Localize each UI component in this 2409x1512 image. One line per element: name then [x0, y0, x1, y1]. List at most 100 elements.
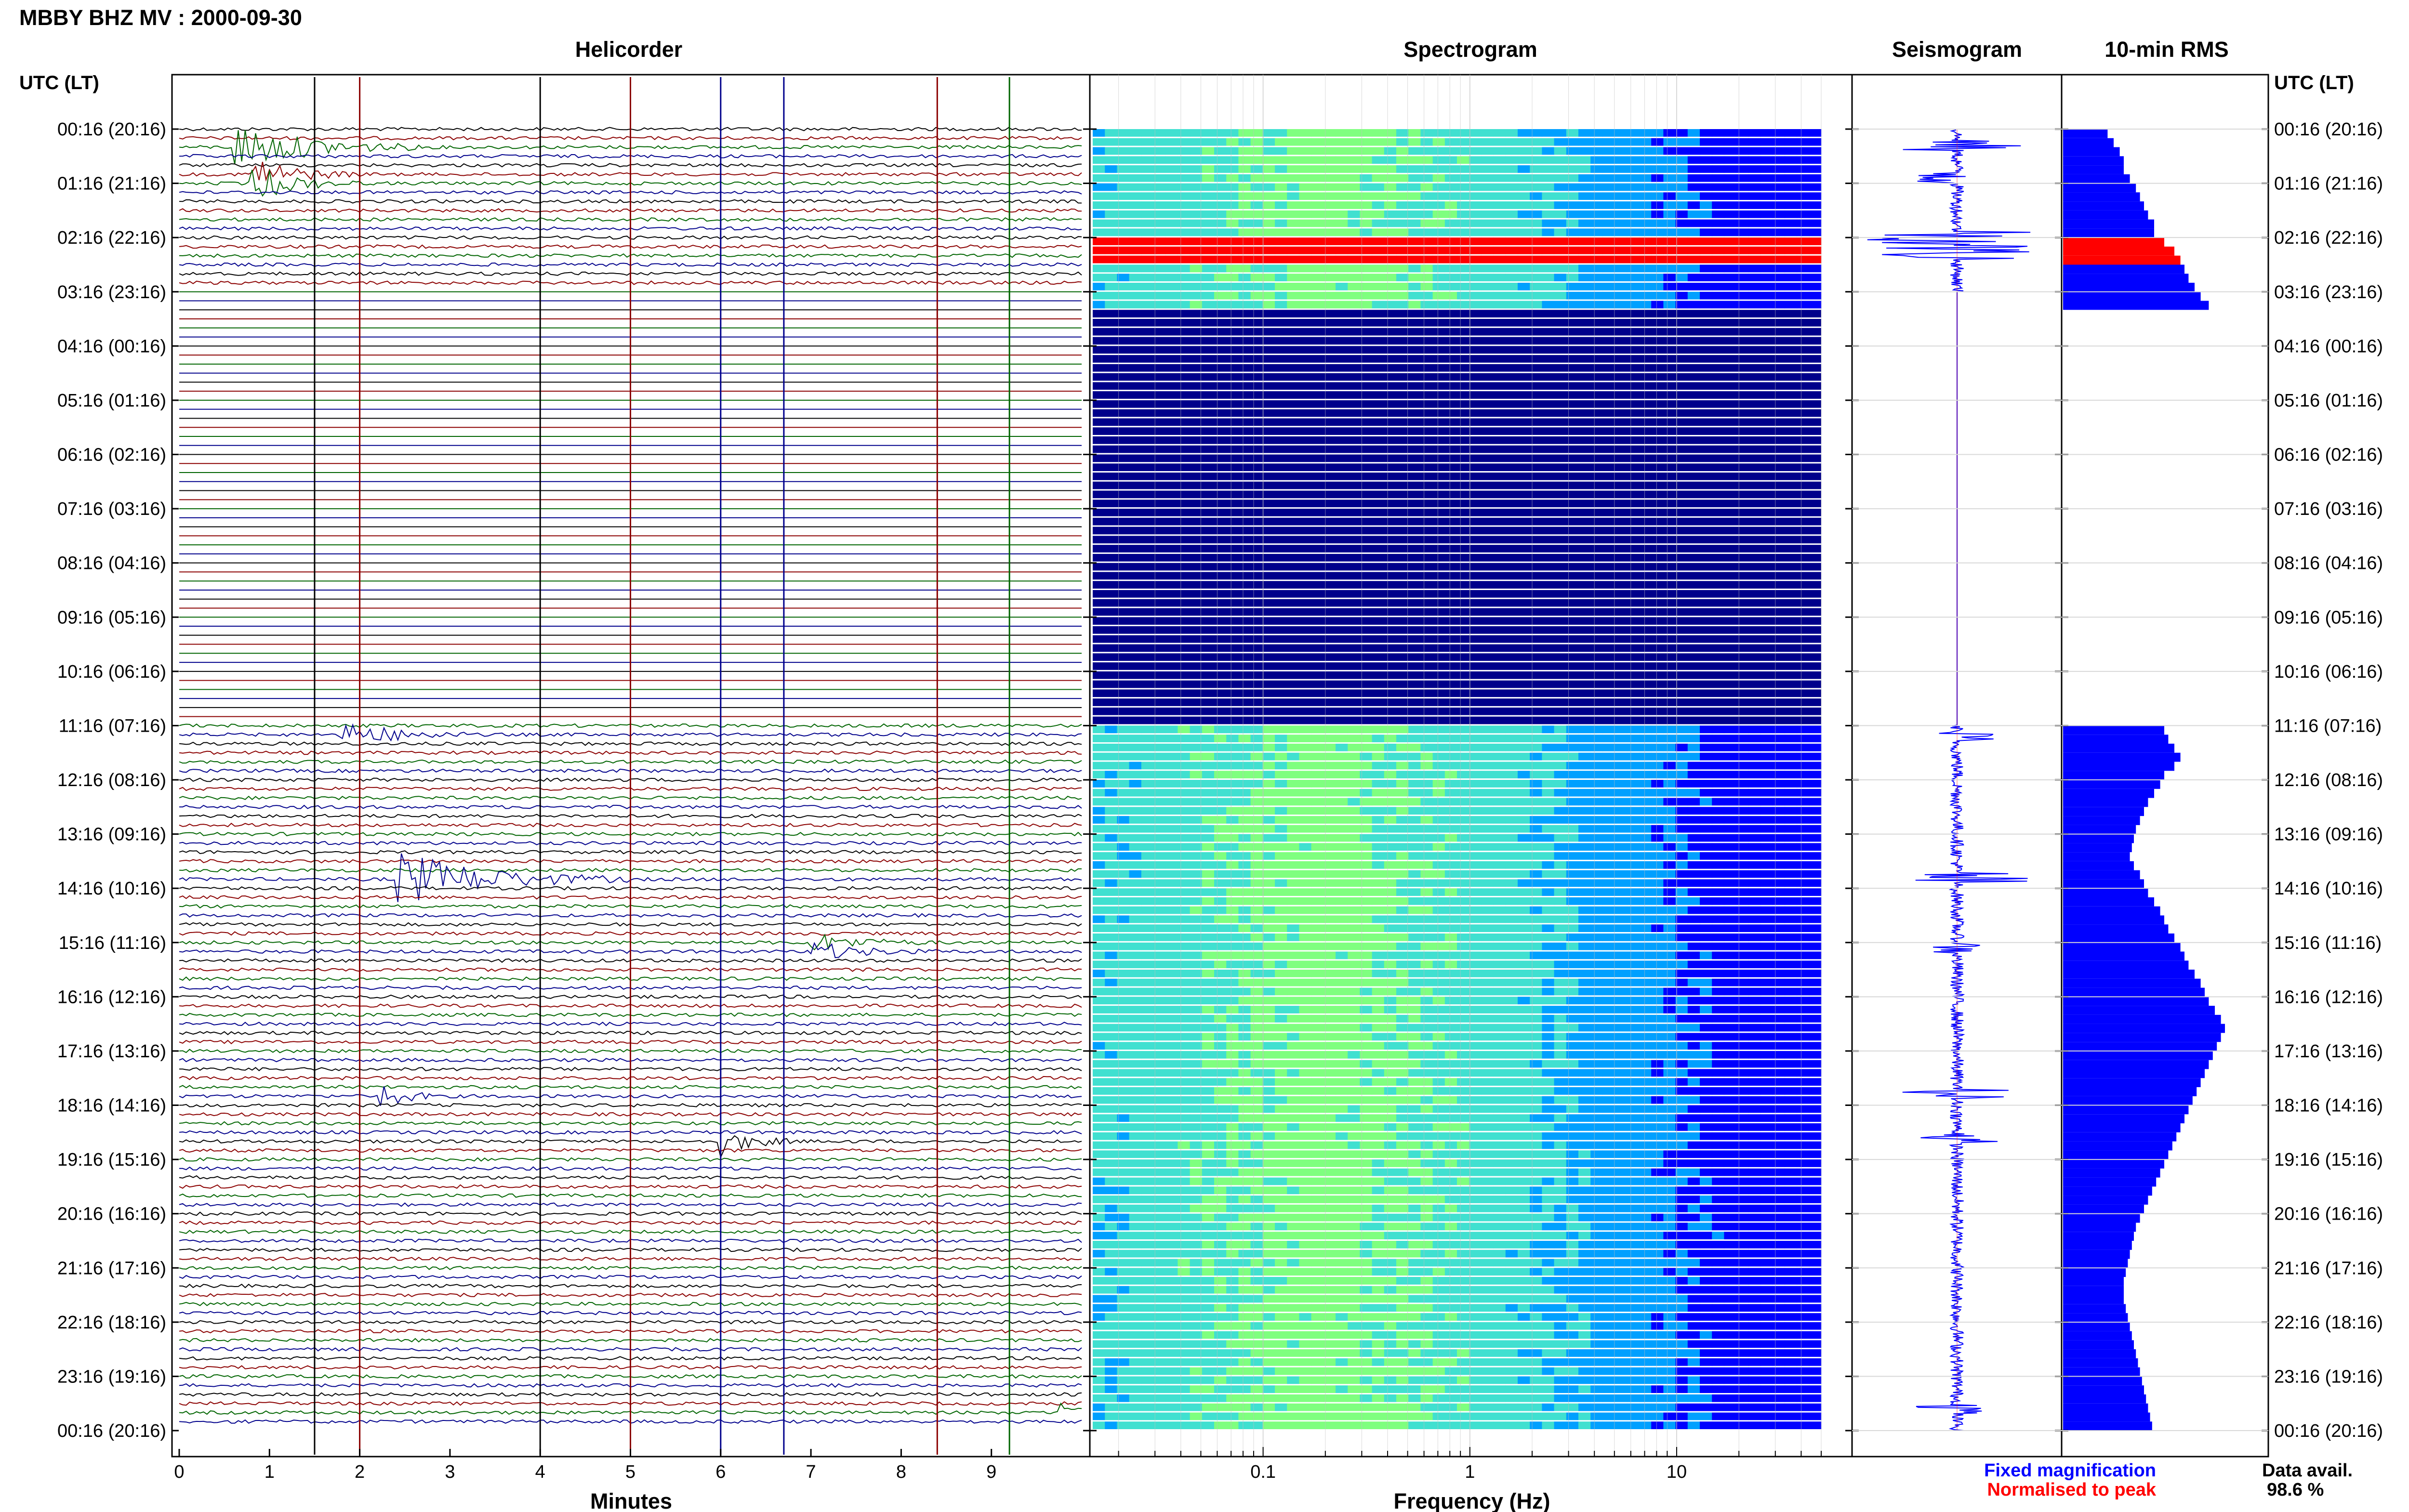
spectrogram-cell — [1432, 1232, 1445, 1239]
spectrogram-cell — [1287, 138, 1299, 146]
spectrogram-cell — [1275, 816, 1287, 824]
spectrogram-cell — [1724, 924, 1737, 932]
spectrogram-cell — [1712, 1241, 1724, 1249]
spectrogram-cell — [1190, 1150, 1203, 1158]
spectrogram-cell — [1190, 888, 1203, 896]
spectrogram-cell — [1178, 897, 1191, 905]
spectrogram-cell — [1590, 1168, 1603, 1176]
spectrogram-cell — [1675, 752, 1688, 761]
spectrogram-cell — [1178, 1186, 1191, 1195]
spectrogram-cell — [1117, 228, 1130, 237]
spectrogram-cell — [1639, 1087, 1652, 1095]
spectrogram-cell — [1590, 183, 1603, 191]
spectrogram-cell — [1566, 861, 1579, 869]
spectrogram-cell — [1712, 780, 1724, 788]
spectrogram-cell — [1141, 1042, 1154, 1050]
spectrogram-cell — [1602, 1204, 1615, 1212]
spectrogram-cell — [1505, 138, 1518, 146]
spectrogram-cell — [1129, 951, 1142, 960]
spectrogram-cell — [1578, 743, 1591, 751]
spectrogram-cell — [1760, 1087, 1773, 1095]
spectrogram-cell — [1687, 825, 1700, 833]
spectrogram-cell — [1348, 174, 1360, 182]
spectrogram-cell — [1627, 1078, 1640, 1086]
spectrogram-cell — [1566, 870, 1579, 878]
spectrogram-cell — [1687, 1141, 1700, 1149]
spectrogram-cell — [1384, 861, 1397, 869]
spectrogram-cell — [1627, 147, 1640, 155]
spectrogram-cell — [1687, 915, 1700, 923]
spectrogram-cell — [1773, 1114, 1785, 1122]
spectrogram-cell — [1250, 951, 1263, 960]
spectrogram-cell — [1287, 291, 1299, 300]
spectrogram-cell — [1348, 1069, 1360, 1077]
spectrogram-cell — [1773, 1241, 1785, 1249]
spectrogram-cell — [1372, 735, 1385, 742]
spectrogram-cell — [1408, 156, 1421, 164]
spectrogram-cell — [1129, 752, 1142, 761]
spectrogram-cell — [1542, 129, 1555, 137]
spectrogram-cell — [1238, 870, 1251, 878]
spectrogram-cell — [1566, 771, 1579, 778]
spectrogram-cell — [1578, 1096, 1591, 1104]
spectrogram-cell — [1250, 1069, 1263, 1077]
spectrogram-cell — [1226, 970, 1239, 977]
spectrogram-cell — [1117, 743, 1130, 751]
spectrogram-cell — [1809, 870, 1822, 878]
spectrogram-cell — [1736, 861, 1749, 869]
spectrogram-cell — [1760, 1141, 1773, 1149]
spectrogram-cell — [1663, 1213, 1676, 1222]
spectrogram-cell — [1408, 1141, 1421, 1149]
spectrogram-cell — [1311, 1141, 1324, 1149]
spectrogram-cell — [1444, 906, 1457, 914]
spectrogram-cell — [1566, 978, 1579, 986]
spectrogram-cell — [1105, 291, 1117, 300]
spectrogram-cell — [1663, 942, 1676, 950]
spectrogram-cell — [1226, 1177, 1239, 1185]
spectrogram-cell — [1724, 852, 1737, 860]
spectrogram-cell — [1773, 1033, 1785, 1041]
spectrogram-cell — [1639, 1042, 1652, 1050]
spectrogram-cell — [1687, 906, 1700, 914]
spectrogram-cell — [1627, 942, 1640, 950]
spectrogram-cell — [1238, 1096, 1251, 1104]
spectrogram-cell — [1105, 1249, 1117, 1258]
spectrogram-cell — [1615, 997, 1628, 1005]
spectrogram-cell — [1093, 201, 1105, 209]
spectrogram-cell — [1153, 228, 1166, 237]
spectrogram-cell — [1542, 210, 1555, 218]
spectrogram-cell — [1566, 1006, 1579, 1013]
spectrogram-cell — [1299, 870, 1312, 878]
spectrogram-cell — [1481, 771, 1494, 778]
spectrogram-cell — [1432, 888, 1445, 896]
spectrogram-cell — [1250, 1087, 1263, 1095]
spectrogram-cell — [1226, 1069, 1239, 1077]
spectrogram-cell — [1190, 752, 1203, 761]
spectrogram-cell — [1432, 1123, 1445, 1131]
spectrogram-cell — [1615, 264, 1628, 273]
spectrogram-cell — [1700, 807, 1712, 815]
spectrogram-cell — [1250, 1051, 1263, 1059]
spectrogram-cell — [1566, 246, 1579, 254]
spectrogram-cell — [1712, 1141, 1724, 1149]
spectrogram-cell — [1190, 1051, 1203, 1059]
spectrogram-cell — [1165, 825, 1178, 833]
spectrogram-cell — [1396, 255, 1409, 263]
spectrogram-cell — [1590, 1259, 1603, 1267]
spectrogram-cell — [1602, 1014, 1615, 1023]
spectrogram-cell — [1444, 843, 1457, 851]
spectrogram-cell — [1408, 219, 1421, 227]
spectrogram-cell — [1651, 237, 1664, 245]
spectrogram-cell — [1262, 1078, 1275, 1086]
spectrogram-cell — [1250, 1042, 1263, 1050]
spectrogram-cell — [1542, 843, 1555, 851]
helicorder-panel — [171, 74, 1091, 1458]
spectrogram-cell — [1615, 960, 1628, 969]
spectrogram-cell — [1299, 237, 1312, 245]
spectrogram-cell — [1262, 1177, 1275, 1185]
spectrogram-cell — [1639, 210, 1652, 218]
spectrogram-cell — [1178, 1060, 1191, 1068]
spectrogram-cell — [1311, 237, 1324, 245]
spectrogram-cell — [1809, 1051, 1822, 1059]
spectrogram-cell — [1311, 870, 1324, 878]
